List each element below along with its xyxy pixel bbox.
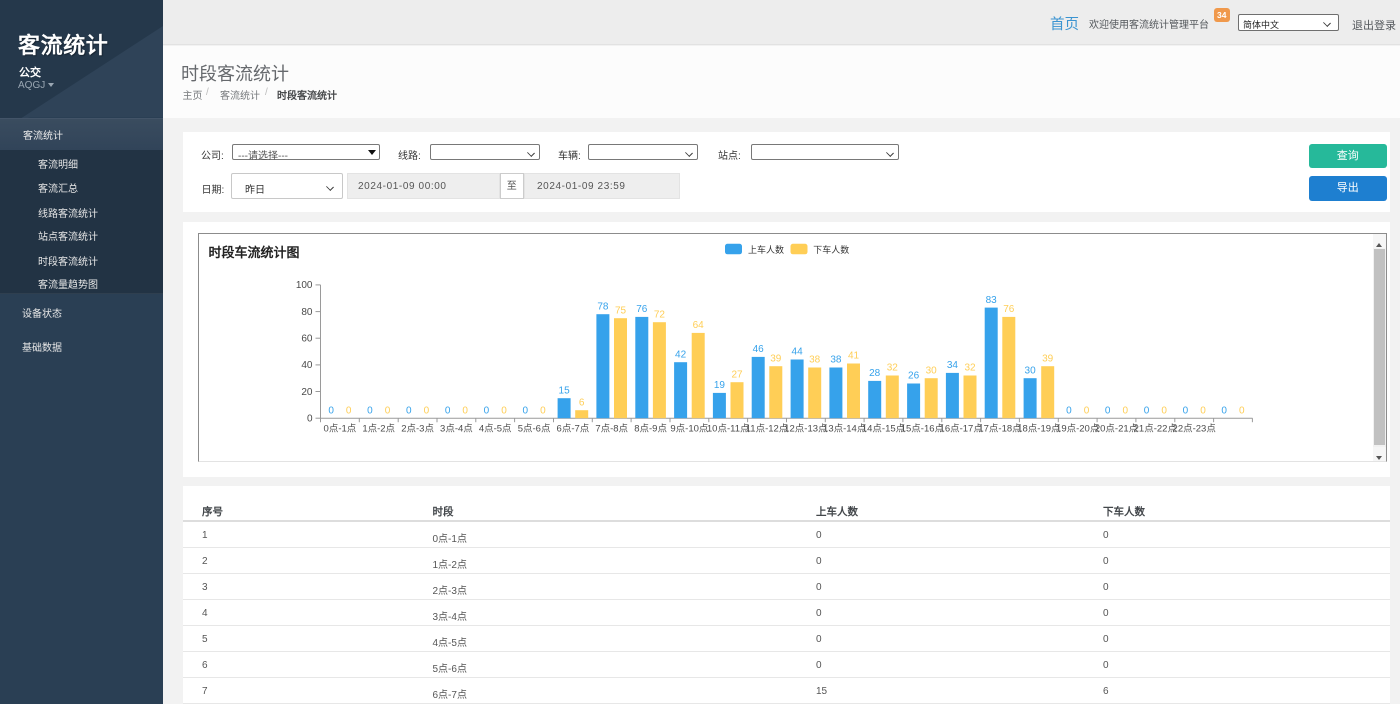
- svg-text:0: 0: [462, 405, 468, 416]
- svg-text:80: 80: [301, 307, 313, 318]
- svg-text:76: 76: [636, 304, 648, 315]
- svg-text:78: 78: [597, 301, 609, 312]
- svg-text:4点-5点: 4点-5点: [478, 424, 511, 435]
- svg-text:20点-21点: 20点-21点: [1094, 424, 1138, 435]
- svg-text:12点-13点: 12点-13点: [784, 424, 828, 435]
- svg-text:75: 75: [614, 305, 626, 316]
- svg-text:40: 40: [301, 360, 313, 371]
- svg-text:76: 76: [1003, 304, 1015, 315]
- svg-text:9点-10点: 9点-10点: [670, 424, 709, 435]
- svg-text:0: 0: [345, 405, 351, 416]
- svg-text:16点-17点: 16点-17点: [939, 424, 983, 435]
- svg-text:10点-11点: 10点-11点: [706, 424, 749, 435]
- svg-text:2点-3点: 2点-3点: [401, 424, 434, 435]
- svg-text:0: 0: [1182, 405, 1188, 416]
- svg-text:30: 30: [1024, 365, 1036, 376]
- svg-text:0: 0: [1239, 405, 1245, 416]
- svg-text:21点-22点: 21点-22点: [1133, 424, 1177, 435]
- svg-text:44: 44: [791, 347, 803, 358]
- svg-text:0: 0: [384, 405, 390, 416]
- svg-text:0: 0: [423, 405, 429, 416]
- svg-text:46: 46: [752, 344, 764, 355]
- svg-text:100: 100: [295, 280, 312, 291]
- svg-text:3点-4点: 3点-4点: [440, 424, 473, 435]
- svg-text:0: 0: [1200, 405, 1206, 416]
- svg-text:38: 38: [830, 355, 842, 366]
- svg-text:14点-15点: 14点-15点: [861, 424, 905, 435]
- svg-text:15点-16点: 15点-16点: [900, 424, 944, 435]
- svg-text:39: 39: [1042, 353, 1054, 364]
- svg-text:0: 0: [501, 405, 507, 416]
- svg-text:28: 28: [869, 368, 881, 379]
- svg-text:0: 0: [1104, 405, 1110, 416]
- svg-text:6点-7点: 6点-7点: [556, 424, 589, 435]
- svg-text:1点-2点: 1点-2点: [362, 424, 395, 435]
- svg-text:8点-9点: 8点-9点: [634, 424, 667, 435]
- svg-text:0: 0: [1122, 405, 1128, 416]
- svg-text:18点-19点: 18点-19点: [1017, 424, 1061, 435]
- svg-text:13点-14点: 13点-14点: [823, 424, 867, 435]
- svg-text:0: 0: [1066, 405, 1072, 416]
- svg-text:26: 26: [908, 371, 920, 382]
- svg-text:19: 19: [713, 380, 725, 391]
- svg-text:0: 0: [406, 405, 412, 416]
- svg-text:11点-12点: 11点-12点: [745, 424, 788, 435]
- svg-text:20: 20: [301, 387, 313, 398]
- svg-text:0: 0: [444, 405, 450, 416]
- svg-text:64: 64: [692, 320, 704, 331]
- svg-text:22点-23点: 22点-23点: [1172, 424, 1216, 435]
- svg-text:0: 0: [306, 414, 312, 425]
- svg-text:17点-18点: 17点-18点: [978, 424, 1022, 435]
- svg-text:6: 6: [578, 397, 584, 408]
- svg-text:34: 34: [946, 360, 958, 371]
- svg-text:19点-20点: 19点-20点: [1056, 424, 1100, 435]
- svg-text:7点-8点: 7点-8点: [595, 424, 628, 435]
- svg-text:0: 0: [1083, 405, 1089, 416]
- svg-text:0: 0: [367, 405, 373, 416]
- svg-text:0: 0: [522, 405, 528, 416]
- svg-text:32: 32: [886, 363, 898, 374]
- svg-text:0: 0: [483, 405, 489, 416]
- svg-text:30: 30: [925, 365, 937, 376]
- svg-text:15: 15: [558, 385, 570, 396]
- svg-text:27: 27: [731, 369, 743, 380]
- svg-text:0: 0: [1221, 405, 1227, 416]
- svg-text:5点-6点: 5点-6点: [517, 424, 550, 435]
- svg-text:38: 38: [809, 355, 821, 366]
- svg-text:0: 0: [540, 405, 546, 416]
- svg-text:0: 0: [1161, 405, 1167, 416]
- svg-text:60: 60: [301, 334, 313, 345]
- svg-text:39: 39: [770, 353, 782, 364]
- svg-text:41: 41: [847, 351, 859, 362]
- svg-text:0点-1点: 0点-1点: [323, 424, 356, 435]
- svg-text:83: 83: [985, 295, 997, 306]
- svg-text:72: 72: [653, 309, 665, 320]
- svg-text:32: 32: [964, 363, 976, 374]
- svg-text:下车人数: 下车人数: [813, 244, 849, 255]
- svg-text:0: 0: [328, 405, 334, 416]
- svg-text:42: 42: [675, 349, 687, 360]
- svg-text:上车人数: 上车人数: [748, 244, 784, 255]
- svg-text:0: 0: [1143, 405, 1149, 416]
